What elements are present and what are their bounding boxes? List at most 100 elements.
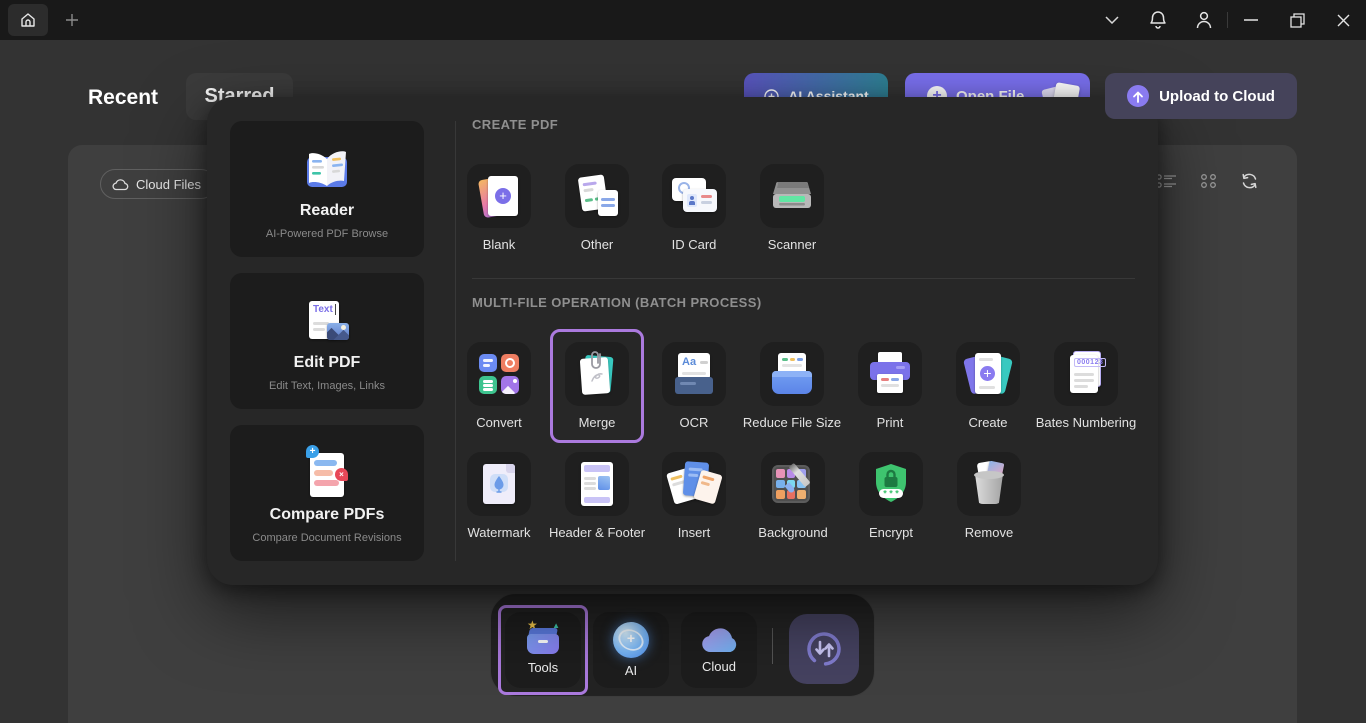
tool-label: Merge bbox=[543, 415, 651, 430]
remove-trash-icon bbox=[969, 462, 1009, 506]
tool-label: Insert bbox=[640, 525, 748, 540]
sync-ring-icon bbox=[802, 627, 846, 671]
dropdown-chevron-button[interactable] bbox=[1089, 0, 1135, 40]
tool-ocr[interactable]: Aa OCR bbox=[640, 342, 748, 430]
tool-merge[interactable]: Merge bbox=[543, 342, 651, 430]
reduce-file-size-icon bbox=[770, 353, 814, 395]
ai-icon: + bbox=[613, 622, 649, 658]
titlebar bbox=[0, 0, 1366, 40]
home-icon bbox=[19, 11, 37, 29]
tool-label: Header & Footer bbox=[543, 525, 651, 540]
tool-label: Reduce File Size bbox=[738, 415, 846, 430]
tool-label: Background bbox=[739, 525, 847, 540]
tool-label: Blank bbox=[445, 237, 553, 252]
dock-sync-button[interactable] bbox=[789, 614, 859, 684]
tool-encrypt[interactable]: * * * Encrypt bbox=[837, 452, 945, 540]
tool-remove[interactable]: Remove bbox=[935, 452, 1043, 540]
tool-watermark[interactable]: Watermark bbox=[445, 452, 553, 540]
encrypt-shield-icon: * * * bbox=[869, 462, 913, 506]
tool-label: Bates Numbering bbox=[1032, 415, 1140, 430]
create-pdf-header: CREATE PDF bbox=[472, 117, 558, 132]
dock-tools-label: Tools bbox=[528, 660, 558, 675]
plus-icon bbox=[64, 12, 80, 28]
tools-popup: Reader AI-Powered PDF Browse Text Edit P… bbox=[207, 97, 1158, 585]
tool-label: Other bbox=[543, 237, 651, 252]
create-icon: + bbox=[965, 351, 1011, 397]
account-button[interactable] bbox=[1181, 0, 1227, 40]
header-footer-icon bbox=[579, 461, 615, 507]
tool-label: Convert bbox=[445, 415, 553, 430]
watermark-icon bbox=[480, 462, 518, 506]
restore-button[interactable] bbox=[1274, 0, 1320, 40]
compare-pdfs-card[interactable]: + × Compare PDFs Compare Document Revisi… bbox=[230, 425, 424, 561]
refresh-icon[interactable] bbox=[1240, 172, 1259, 190]
tool-label: Encrypt bbox=[837, 525, 945, 540]
restore-icon bbox=[1290, 13, 1305, 28]
minimize-button[interactable] bbox=[1228, 0, 1274, 40]
upload-to-cloud-label: Upload to Cloud bbox=[1159, 88, 1275, 105]
tool-header-footer[interactable]: Header & Footer bbox=[543, 452, 651, 540]
insert-icon bbox=[670, 462, 718, 506]
tool-insert[interactable]: Insert bbox=[640, 452, 748, 540]
tool-label: Print bbox=[836, 415, 944, 430]
close-icon bbox=[1337, 14, 1350, 27]
id-card-icon bbox=[670, 176, 718, 216]
tool-convert[interactable]: Convert bbox=[445, 342, 553, 430]
convert-icon bbox=[479, 354, 519, 394]
reader-title: Reader bbox=[230, 202, 424, 220]
reader-subtitle: AI-Powered PDF Browse bbox=[230, 228, 424, 240]
tool-id-card[interactable]: ID Card bbox=[640, 164, 748, 252]
tool-other[interactable]: Other bbox=[543, 164, 651, 252]
upload-arrow-icon bbox=[1127, 85, 1149, 107]
multi-file-header: MULTI-FILE OPERATION (BATCH PROCESS) bbox=[472, 295, 762, 310]
close-button[interactable] bbox=[1320, 0, 1366, 40]
home-tab[interactable] bbox=[8, 4, 48, 36]
tool-label: Remove bbox=[935, 525, 1043, 540]
tool-scanner[interactable]: Scanner bbox=[738, 164, 846, 252]
list-view-icon[interactable] bbox=[1156, 173, 1177, 189]
dock-separator bbox=[772, 628, 773, 664]
dock-cloud-label: Cloud bbox=[702, 659, 736, 674]
edit-pdf-card[interactable]: Text Edit PDF Edit Text, Images, Links bbox=[230, 273, 424, 409]
compare-pdfs-subtitle: Compare Document Revisions bbox=[230, 532, 424, 544]
grid-view-icon[interactable] bbox=[1200, 173, 1217, 189]
edit-pdf-icon: Text bbox=[303, 297, 351, 347]
cloud-files-button[interactable]: Cloud Files bbox=[100, 169, 216, 199]
dock-cloud-button[interactable]: Cloud bbox=[681, 612, 757, 688]
notifications-button[interactable] bbox=[1135, 0, 1181, 40]
scanner-icon bbox=[769, 176, 815, 216]
cloud-icon bbox=[699, 626, 739, 654]
tool-label: OCR bbox=[640, 415, 748, 430]
compare-pdfs-icon: + × bbox=[304, 447, 350, 499]
tool-print[interactable]: Print bbox=[836, 342, 944, 430]
tool-label: ID Card bbox=[640, 237, 748, 252]
tool-label: Watermark bbox=[445, 525, 553, 540]
dock-tools-button[interactable]: ★ ▲ Tools bbox=[505, 612, 581, 688]
upload-to-cloud-button[interactable]: Upload to Cloud bbox=[1105, 73, 1297, 119]
user-icon bbox=[1195, 10, 1213, 30]
bates-numbering-icon: 000123 bbox=[1065, 351, 1107, 397]
tool-label: Create bbox=[934, 415, 1042, 430]
tool-create[interactable]: + Create bbox=[934, 342, 1042, 430]
dock-ai-label: AI bbox=[625, 663, 637, 678]
tab-recent[interactable]: Recent bbox=[88, 86, 158, 110]
ocr-icon: Aa bbox=[674, 352, 714, 396]
print-icon bbox=[868, 352, 912, 396]
edit-pdf-subtitle: Edit Text, Images, Links bbox=[230, 380, 424, 392]
cloud-files-label: Cloud Files bbox=[136, 177, 201, 192]
blank-pdf-icon: + bbox=[478, 174, 520, 218]
bottom-dock: ★ ▲ Tools + AI Cloud bbox=[490, 593, 875, 697]
tool-bates-numbering[interactable]: 000123 Bates Numbering bbox=[1032, 342, 1140, 430]
section-divider bbox=[472, 278, 1135, 279]
other-files-icon bbox=[575, 174, 619, 218]
dock-ai-button[interactable]: + AI bbox=[593, 612, 669, 688]
tool-background[interactable]: Background bbox=[739, 452, 847, 540]
reader-book-icon bbox=[299, 147, 355, 195]
edit-pdf-title: Edit PDF bbox=[230, 354, 424, 372]
reader-card[interactable]: Reader AI-Powered PDF Browse bbox=[230, 121, 424, 257]
tool-blank[interactable]: + Blank bbox=[445, 164, 553, 252]
background-icon bbox=[770, 463, 816, 505]
svg-text:* * *: * * * bbox=[883, 489, 899, 499]
tool-reduce-file-size[interactable]: Reduce File Size bbox=[738, 342, 846, 430]
new-tab-button[interactable] bbox=[60, 8, 84, 32]
